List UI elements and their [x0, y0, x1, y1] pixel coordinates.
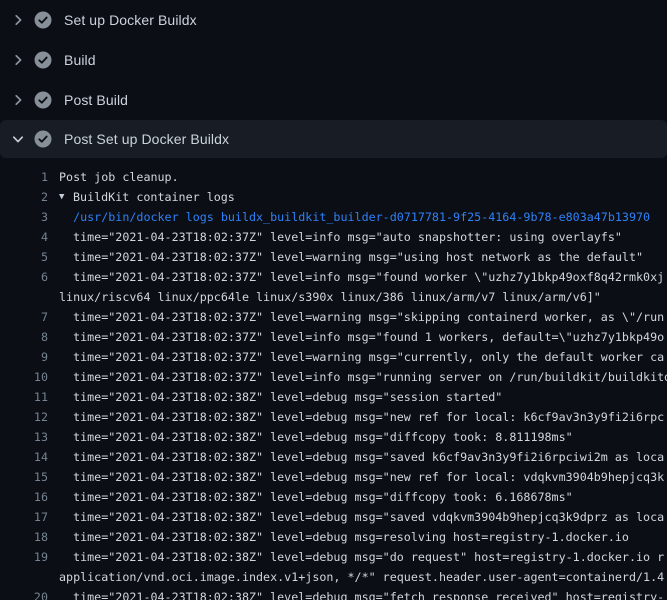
steps-list: Set up Docker Buildx Build Post Build Post … [0, 0, 667, 158]
chevron-right-icon[interactable] [10, 12, 26, 28]
log-text: time="2021-04-23T18:02:38Z" level=debug … [59, 487, 573, 507]
log-line-number [0, 287, 48, 307]
log-line-number[interactable]: 9 [0, 347, 48, 367]
log-line-command: 3 /usr/bin/docker logs buildx_buildkit_b… [0, 207, 667, 227]
check-circle-icon [34, 91, 52, 109]
log-text: /usr/bin/docker logs buildx_buildkit_bui… [59, 207, 650, 227]
log-line: 14 time="2021-04-23T18:02:38Z" level=deb… [0, 447, 667, 467]
chevron-right-icon[interactable] [10, 52, 26, 68]
log-text: application/vnd.oci.image.index.v1+json,… [59, 567, 664, 587]
log-text: time="2021-04-23T18:02:38Z" level=debug … [59, 547, 664, 567]
log-line: 5 time="2021-04-23T18:02:37Z" level=warn… [0, 247, 667, 267]
log-text: time="2021-04-23T18:02:37Z" level=info m… [59, 367, 667, 387]
log-line-number[interactable]: 4 [0, 227, 48, 247]
log-line: 8 time="2021-04-23T18:02:37Z" level=info… [0, 327, 667, 347]
log-text: Post job cleanup. [59, 167, 179, 187]
log-line-number[interactable]: 3 [0, 207, 48, 227]
log-line-number[interactable]: 15 [0, 467, 48, 487]
log-line-number[interactable]: 1 [0, 167, 48, 187]
step-header[interactable]: Post Build [0, 80, 667, 120]
log-text: time="2021-04-23T18:02:38Z" level=debug … [59, 387, 502, 407]
log-line-number [0, 567, 48, 587]
step-header[interactable]: Build [0, 40, 667, 80]
log-line-continuation: linux/riscv64 linux/ppc64le linux/s390x … [0, 287, 667, 307]
log-line-number[interactable]: 8 [0, 327, 48, 347]
log-text: time="2021-04-23T18:02:37Z" level=info m… [59, 267, 664, 287]
log-text: time="2021-04-23T18:02:37Z" level=warnin… [59, 307, 664, 327]
log-line: 2 ▼BuildKit container logs [0, 187, 667, 207]
check-circle-icon [34, 51, 52, 69]
log-output: 1 Post job cleanup. 2 ▼BuildKit container l… [0, 158, 667, 600]
log-line: 11 time="2021-04-23T18:02:38Z" level=deb… [0, 387, 667, 407]
log-line-number[interactable]: 18 [0, 527, 48, 547]
log-text: time="2021-04-23T18:02:37Z" level=warnin… [59, 247, 643, 267]
log-line: 10 time="2021-04-23T18:02:37Z" level=inf… [0, 367, 667, 387]
log-line-number[interactable]: 7 [0, 307, 48, 327]
log-line: 16 time="2021-04-23T18:02:38Z" level=deb… [0, 487, 667, 507]
log-text: time="2021-04-23T18:02:38Z" level=debug … [59, 527, 629, 547]
step-label: Post Set up Docker Buildx [64, 131, 229, 147]
log-text: time="2021-04-23T18:02:37Z" level=info m… [59, 327, 664, 347]
step-label: Build [64, 52, 96, 68]
log-text: BuildKit container logs [73, 187, 235, 207]
step-header[interactable]: Set up Docker Buildx [0, 0, 667, 40]
log-line: 4 time="2021-04-23T18:02:37Z" level=info… [0, 227, 667, 247]
chevron-right-icon[interactable] [10, 92, 26, 108]
log-text: time="2021-04-23T18:02:37Z" level=info m… [59, 227, 622, 247]
log-text: time="2021-04-23T18:02:38Z" level=debug … [59, 507, 664, 527]
log-line-number[interactable]: 17 [0, 507, 48, 527]
log-line: 1 Post job cleanup. [0, 167, 667, 187]
log-line-continuation: application/vnd.oci.image.index.v1+json,… [0, 567, 667, 587]
log-text: time="2021-04-23T18:02:38Z" level=debug … [59, 427, 573, 447]
log-text: time="2021-04-23T18:02:38Z" level=debug … [59, 467, 664, 487]
log-line-number[interactable]: 10 [0, 367, 48, 387]
log-line-number[interactable]: 20 [0, 587, 48, 600]
log-line: 12 time="2021-04-23T18:02:38Z" level=deb… [0, 407, 667, 427]
log-line: 15 time="2021-04-23T18:02:38Z" level=deb… [0, 467, 667, 487]
log-line-number[interactable]: 6 [0, 267, 48, 287]
log-line-number[interactable]: 2 [0, 187, 48, 207]
log-text: linux/riscv64 linux/ppc64le linux/s390x … [59, 287, 601, 307]
check-circle-icon [34, 130, 52, 148]
log-text: time="2021-04-23T18:02:38Z" level=debug … [59, 587, 664, 600]
log-line-number[interactable]: 11 [0, 387, 48, 407]
chevron-down-icon[interactable] [10, 131, 26, 147]
log-line: 7 time="2021-04-23T18:02:37Z" level=warn… [0, 307, 667, 327]
log-text: time="2021-04-23T18:02:38Z" level=debug … [59, 407, 664, 427]
log-line-number[interactable]: 5 [0, 247, 48, 267]
log-line-number[interactable]: 12 [0, 407, 48, 427]
check-circle-icon [34, 11, 52, 29]
log-line: 20 time="2021-04-23T18:02:38Z" level=deb… [0, 587, 667, 600]
log-line: 13 time="2021-04-23T18:02:38Z" level=deb… [0, 427, 667, 447]
log-line: 17 time="2021-04-23T18:02:38Z" level=deb… [0, 507, 667, 527]
log-line-number[interactable]: 13 [0, 427, 48, 447]
log-line-number[interactable]: 19 [0, 547, 48, 567]
step-label: Set up Docker Buildx [64, 12, 197, 28]
log-text: time="2021-04-23T18:02:38Z" level=debug … [59, 447, 664, 467]
group-collapse-caret-icon[interactable]: ▼ [59, 187, 73, 207]
log-line: 9 time="2021-04-23T18:02:37Z" level=warn… [0, 347, 667, 367]
log-text: time="2021-04-23T18:02:37Z" level=warnin… [59, 347, 664, 367]
log-line-number[interactable]: 14 [0, 447, 48, 467]
log-line-number[interactable]: 16 [0, 487, 48, 507]
log-line: 6 time="2021-04-23T18:02:37Z" level=info… [0, 267, 667, 287]
log-line: 18 time="2021-04-23T18:02:38Z" level=deb… [0, 527, 667, 547]
step-label: Post Build [64, 92, 128, 108]
log-line: 19 time="2021-04-23T18:02:38Z" level=deb… [0, 547, 667, 567]
step-header[interactable]: Post Set up Docker Buildx [0, 120, 667, 158]
actions-log-viewer: Set up Docker Buildx Build Post Build Post … [0, 0, 667, 600]
